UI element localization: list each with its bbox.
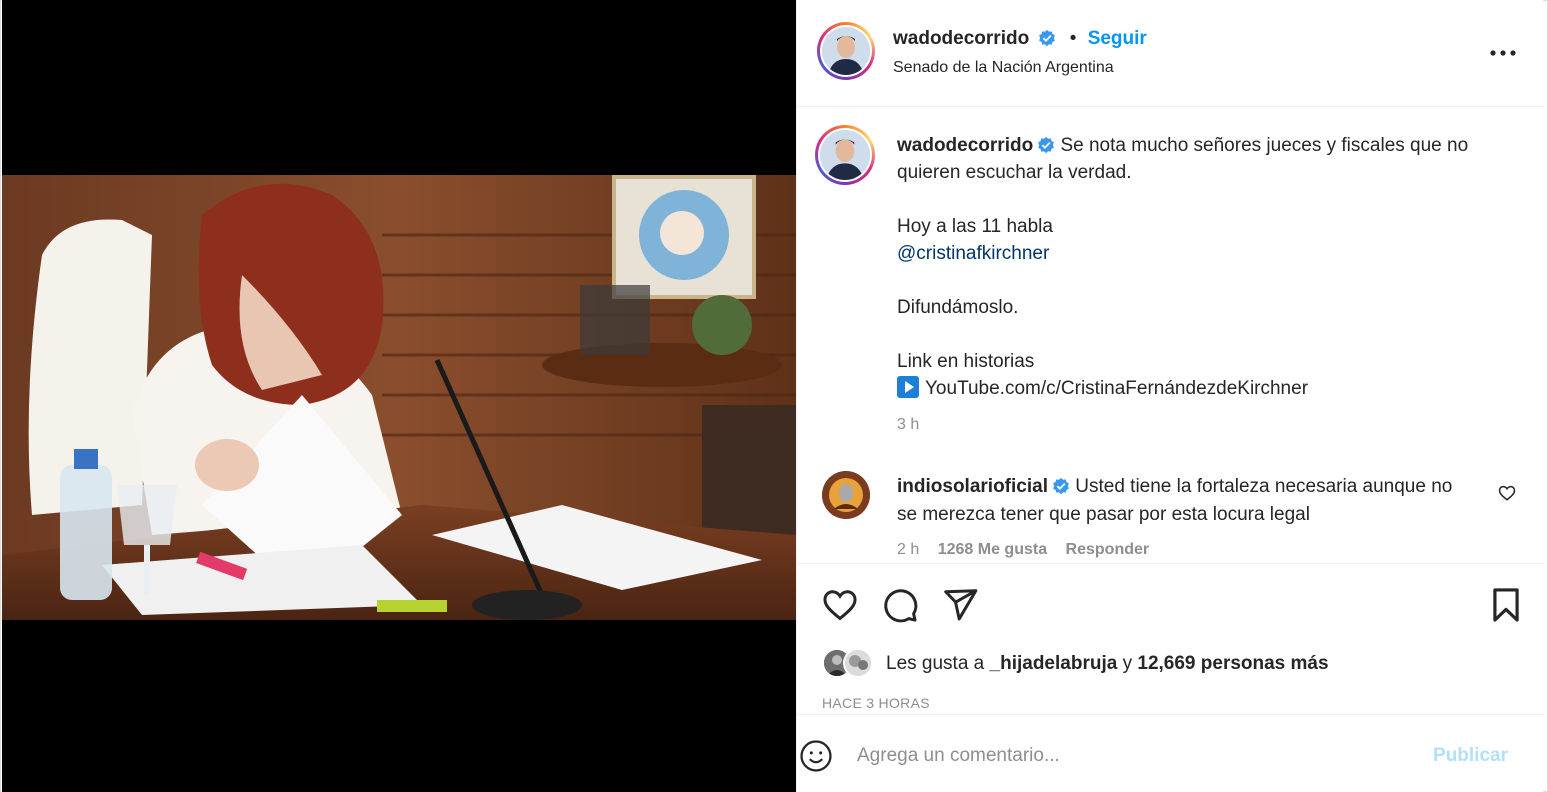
caption-text: wadodecorrido Se nota mucho señores juec… — [897, 132, 1497, 438]
likes-prefix: Les gusta a — [886, 653, 985, 674]
author-line: wadodecorrido • Seguir — [893, 28, 1147, 50]
commenter-avatar-image — [822, 471, 870, 519]
comment-text: indiosolarioficial Usted tiene la fortal… — [897, 473, 1477, 529]
likes-user-link[interactable]: _hijadelabruja — [990, 653, 1118, 674]
comment-time[interactable]: 2 h — [897, 541, 919, 558]
caption-avatar-image — [820, 130, 870, 180]
author-username[interactable]: wadodecorrido — [893, 28, 1029, 49]
post-timestamp[interactable]: HACE 3 HORAS — [822, 695, 930, 711]
play-button-emoji-icon — [897, 376, 919, 398]
liker-avatar[interactable] — [843, 648, 873, 678]
post-header: wadodecorrido • Seguir Senado de la Naci… — [797, 0, 1544, 107]
more-horizontal-icon — [1490, 50, 1516, 56]
comment-input[interactable] — [857, 739, 1397, 773]
comment-meta: 2 h 1268 Me gusta Responder — [897, 541, 1163, 559]
likes-summary: Les gusta a _hijadelabruja y 12,669 pers… — [797, 645, 1544, 685]
likes-text: Les gusta a _hijadelabruja y 12,669 pers… — [886, 653, 1329, 675]
comment-reply-button[interactable]: Responder — [1066, 541, 1150, 558]
like-heart-icon[interactable] — [821, 586, 859, 624]
caption-username[interactable]: wadodecorrido — [897, 135, 1033, 156]
save-bookmark-icon[interactable] — [1487, 586, 1525, 624]
comment-like-heart-icon[interactable] — [1498, 484, 1516, 502]
post-details-panel: wadodecorrido • Seguir Senado de la Naci… — [796, 0, 1544, 792]
author-avatar-image — [822, 27, 870, 75]
comment-bubble-icon[interactable] — [881, 586, 919, 624]
liker-avatar-image — [845, 650, 871, 676]
caption-author-avatar[interactable] — [815, 125, 875, 185]
publish-button[interactable]: Publicar — [1433, 745, 1508, 767]
comment-likes-count[interactable]: 1268 Me gusta — [938, 541, 1047, 558]
verified-badge-icon — [1038, 136, 1055, 154]
separator-dot: • — [1069, 28, 1077, 49]
commenter-avatar[interactable] — [822, 471, 870, 519]
add-comment-bar: Publicar — [797, 714, 1544, 792]
follow-button[interactable]: Seguir — [1088, 28, 1147, 49]
emoji-smiley-icon[interactable] — [799, 739, 833, 773]
caption-mention-link[interactable]: @cristinafkirchner — [897, 243, 1049, 264]
photo-illustration — [2, 175, 796, 620]
author-avatar[interactable] — [817, 22, 875, 80]
verified-badge-icon — [1039, 29, 1056, 47]
caption-time[interactable]: 3 h — [897, 411, 1497, 438]
caption-line-3: Difundámoslo. — [897, 297, 1019, 318]
likes-others-link[interactable]: 12,669 personas más — [1137, 653, 1328, 674]
post-photo[interactable] — [2, 175, 796, 620]
caption-line-4: Link en historias — [897, 351, 1035, 372]
verified-badge-icon — [1053, 477, 1069, 495]
caption-youtube-link: YouTube.com/c/CristinaFernándezdeKirchne… — [925, 378, 1309, 399]
caption-line-2: Hoy a las 11 habla — [897, 216, 1053, 237]
more-options-button[interactable] — [1488, 38, 1518, 68]
share-send-icon[interactable] — [941, 586, 979, 624]
post-actions-bar — [797, 563, 1544, 645]
post-location[interactable]: Senado de la Nación Argentina — [893, 59, 1114, 77]
commenter-username[interactable]: indiosolarioficial — [897, 476, 1048, 497]
likes-conjunction: y — [1122, 653, 1133, 674]
post-media[interactable] — [2, 0, 796, 792]
